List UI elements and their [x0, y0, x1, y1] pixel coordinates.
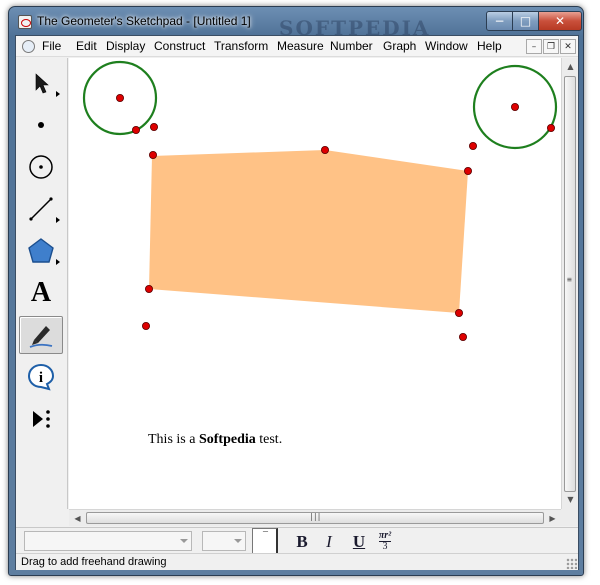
title-bar[interactable]: The Geometer's Sketchpad - [Untitled 1] …: [9, 7, 583, 40]
marker-tool[interactable]: [19, 316, 63, 354]
point[interactable]: [458, 332, 467, 341]
pentagon-icon: [28, 238, 54, 263]
sketch-text-caption[interactable]: This is a Softpedia test.: [148, 432, 282, 448]
document-minimize-button[interactable]: –: [526, 39, 542, 54]
caption-suffix: test.: [255, 432, 283, 447]
filled-polygon[interactable]: [149, 150, 468, 313]
client-area: File Edit Display Construct Transform Me…: [15, 35, 579, 570]
menu-window[interactable]: Window: [425, 39, 468, 53]
grip-icon: ≡: [567, 275, 572, 284]
vertical-scroll-thumb[interactable]: ≡: [564, 76, 576, 492]
compass-tool[interactable]: [19, 148, 63, 186]
point-icon: [38, 122, 44, 128]
info-icon: i: [27, 363, 55, 391]
menu-edit[interactable]: Edit: [76, 39, 97, 53]
math-format-button[interactable]: πr² 3: [372, 529, 398, 553]
polygon-tool[interactable]: [19, 232, 63, 270]
polygon-vertex[interactable]: [320, 146, 329, 155]
document-close-button[interactable]: ✕: [560, 39, 576, 54]
resize-grip[interactable]: [566, 558, 577, 569]
status-bar: Drag to add freehand drawing: [16, 553, 578, 570]
circle-radius-point[interactable]: [546, 124, 555, 133]
custom-tools[interactable]: [19, 400, 63, 438]
circle-center-point[interactable]: [510, 103, 519, 112]
polygon-vertex[interactable]: [149, 151, 158, 160]
polygon-vertex[interactable]: [463, 167, 472, 176]
menu-graph[interactable]: Graph: [383, 39, 416, 53]
color-marker-icon: ¯: [263, 530, 268, 540]
menu-display[interactable]: Display: [106, 39, 145, 53]
document-icon[interactable]: [22, 40, 35, 53]
scroll-up-icon[interactable]: ▲: [563, 59, 578, 74]
chevron-down-icon[interactable]: [234, 539, 242, 543]
menu-bar: File Edit Display Construct Transform Me…: [16, 36, 578, 57]
point[interactable]: [142, 321, 151, 330]
chevron-down-icon[interactable]: [180, 539, 188, 543]
horizontal-scrollbar[interactable]: ◀ ||| ▶: [69, 509, 561, 526]
text-palette: ¯ B I U πr² 3: [16, 527, 578, 555]
menu-measure[interactable]: Measure: [277, 39, 324, 53]
math-format-top: πr²: [378, 529, 392, 542]
scroll-right-icon[interactable]: ▶: [545, 511, 560, 526]
scroll-down-icon[interactable]: ▼: [563, 492, 578, 507]
text-tool[interactable]: A: [19, 274, 63, 312]
grip-icon: |||: [309, 512, 321, 521]
point[interactable]: [150, 123, 159, 132]
arrow-icon: [35, 73, 49, 94]
straightedge-tool[interactable]: [19, 190, 63, 228]
caption-prefix: This is a: [148, 432, 199, 447]
point[interactable]: [132, 126, 141, 135]
sketch-drawing[interactable]: [69, 58, 561, 509]
status-message: Drag to add freehand drawing: [21, 556, 167, 568]
more-options-indicator: [56, 217, 60, 223]
point-tool[interactable]: [19, 106, 63, 144]
circle-icon: [29, 155, 53, 179]
bold-button[interactable]: B: [294, 532, 310, 552]
menu-help[interactable]: Help: [477, 39, 502, 53]
information-tool[interactable]: i: [19, 358, 63, 396]
vertical-scrollbar[interactable]: ▲ ≡ ▼: [561, 58, 578, 509]
underline-button[interactable]: U: [350, 532, 368, 552]
more-options-indicator: [56, 259, 60, 265]
menu-transform[interactable]: Transform: [214, 39, 268, 53]
math-format-bottom: 3: [382, 540, 388, 552]
scroll-corner: [561, 509, 578, 526]
toolbox: A i: [16, 58, 68, 509]
caption-bold: Softpedia: [198, 432, 256, 447]
more-options-indicator: [56, 91, 60, 97]
window-title: The Geometer's Sketchpad - [Untitled 1]: [37, 14, 251, 28]
sketch-canvas[interactable]: This is a Softpedia test.: [69, 58, 561, 509]
maximize-button[interactable]: □: [512, 11, 539, 31]
horizontal-scroll-thumb[interactable]: |||: [86, 512, 544, 524]
info-i-glyph: i: [39, 370, 43, 386]
polygon-vertex[interactable]: [454, 308, 463, 317]
minimize-button[interactable]: −: [486, 11, 513, 31]
italic-button[interactable]: I: [321, 532, 337, 552]
point[interactable]: [468, 142, 477, 151]
sketchpad-app-icon[interactable]: [18, 15, 32, 29]
font-size-combo[interactable]: [202, 531, 246, 551]
circle-center-point[interactable]: [116, 94, 125, 103]
letter-a-icon: A: [30, 277, 52, 308]
menu-construct[interactable]: Construct: [154, 39, 205, 53]
menu-file[interactable]: File: [42, 39, 61, 53]
pen-icon: [29, 326, 53, 348]
font-name-combo[interactable]: [24, 531, 192, 551]
document-restore-button[interactable]: ❐: [543, 39, 559, 54]
close-button[interactable]: ✕: [538, 11, 582, 31]
polygon-vertex[interactable]: [145, 284, 154, 293]
play-more-icon: [33, 410, 50, 428]
segment-icon: [29, 197, 53, 221]
menu-number[interactable]: Number: [330, 39, 373, 53]
text-color-button[interactable]: ¯: [252, 528, 278, 555]
scroll-left-icon[interactable]: ◀: [70, 511, 85, 526]
application-window: The Geometer's Sketchpad - [Untitled 1] …: [8, 6, 584, 576]
selection-arrow-tool[interactable]: [19, 64, 63, 102]
